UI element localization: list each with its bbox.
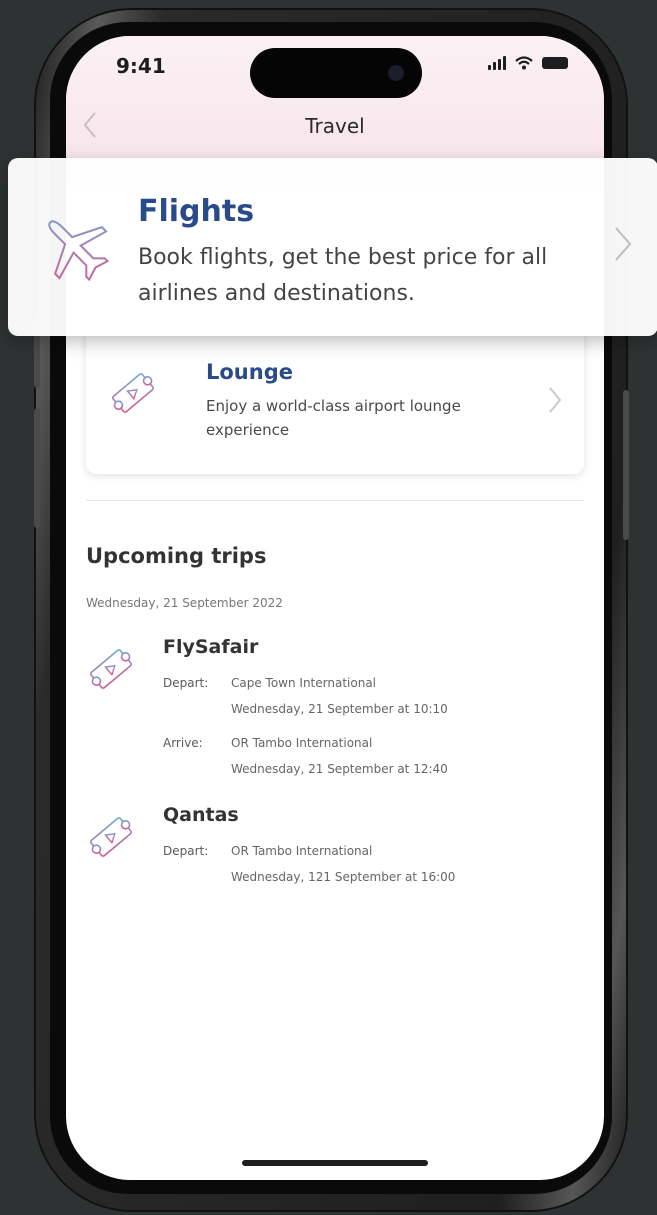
trip-arrive: Arrive: OR Tambo International Wednesday,… <box>163 730 448 782</box>
arrive-label: Arrive: <box>163 736 203 750</box>
upcoming-trips-heading: Upcoming trips <box>86 544 267 568</box>
chevron-right-icon <box>548 386 562 421</box>
trip-depart: Depart: OR Tambo International Wednesday,… <box>163 838 455 890</box>
dynamic-island <box>250 48 422 98</box>
ticket-icon <box>112 373 154 413</box>
phone-side-button <box>34 408 40 528</box>
trip-airline: FlySafair <box>163 636 259 658</box>
arrive-time: Wednesday, 21 September at 12:40 <box>231 762 448 776</box>
depart-place: OR Tambo International <box>231 844 373 858</box>
flights-description: Book flights, get the best price for all… <box>138 245 548 306</box>
trips-date: Wednesday, 21 September 2022 <box>86 596 283 610</box>
status-icons <box>488 56 568 70</box>
lounge-title: Lounge <box>206 360 293 384</box>
battery-icon <box>542 57 568 69</box>
arrive-place: OR Tambo International <box>231 736 373 750</box>
camera-dot <box>388 65 404 81</box>
chevron-right-icon <box>614 224 632 273</box>
lounge-description: Enjoy a world-class airport lounge exper… <box>206 397 461 439</box>
trip-item[interactable]: FlySafair Depart: Cape Town International… <box>86 636 586 786</box>
wifi-icon <box>515 56 533 70</box>
lounge-card[interactable]: Lounge Enjoy a world-class airport loung… <box>86 324 584 474</box>
ticket-icon <box>90 817 132 857</box>
depart-time: Wednesday, 21 September at 10:10 <box>231 702 448 716</box>
phone-side-button <box>623 390 629 540</box>
depart-place: Cape Town International <box>231 676 377 690</box>
flights-title: Flights <box>138 194 255 229</box>
page-title: Travel <box>305 114 365 138</box>
trip-item[interactable]: Qantas Depart: OR Tambo International Wed… <box>86 804 586 894</box>
status-time: 9:41 <box>116 54 166 78</box>
plane-icon <box>48 220 110 282</box>
ticket-icon <box>90 649 132 689</box>
trip-airline: Qantas <box>163 804 239 826</box>
signal-icon <box>488 56 506 70</box>
depart-label: Depart: <box>163 844 209 858</box>
flights-card[interactable]: Flights Book flights, get the best price… <box>8 158 657 336</box>
depart-time: Wednesday, 121 September at 16:00 <box>231 870 456 884</box>
depart-label: Depart: <box>163 676 209 690</box>
divider <box>86 500 584 501</box>
trip-depart: Depart: Cape Town International Wednesday… <box>163 670 448 722</box>
home-indicator[interactable] <box>242 1160 428 1166</box>
